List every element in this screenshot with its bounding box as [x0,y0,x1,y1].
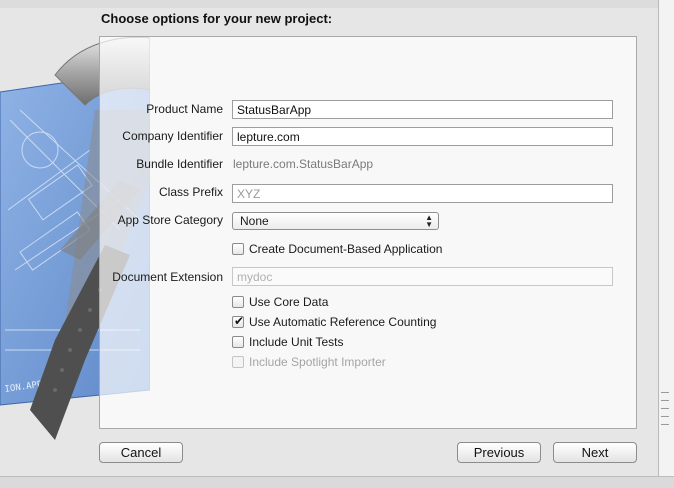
app-store-category-select[interactable]: None ▲ ▼ [232,212,439,230]
class-prefix-row: Class Prefix [0,182,640,203]
use-arc-label: Use Automatic Reference Counting [249,315,437,329]
window-bottom-edge [0,476,674,488]
company-identifier-field[interactable] [232,127,613,146]
document-extension-row: Document Extension [0,267,640,287]
include-unit-tests-checkbox[interactable] [232,336,244,348]
cancel-button[interactable]: Cancel [99,442,183,463]
app-store-category-value: None [240,214,269,228]
bundle-identifier-label: Bundle Identifier [136,157,223,171]
create-document-based-checkbox[interactable] [232,243,244,255]
product-name-label: Product Name [146,102,223,116]
dialog-title: Choose options for your new project: [101,11,333,26]
include-spotlight-importer-checkbox [232,356,244,368]
previous-button[interactable]: Previous [457,442,541,463]
options-panel [99,36,637,429]
select-updown-icon: ▲ ▼ [425,213,433,229]
bundle-identifier-value: lepture.com.StatusBarApp [233,157,374,171]
window-title-strip [0,0,658,8]
company-identifier-row: Company Identifier [0,126,640,146]
product-name-row: Product Name [0,99,640,119]
use-core-data-checkbox[interactable] [232,296,244,308]
class-prefix-label: Class Prefix [158,185,223,199]
include-unit-tests-label: Include Unit Tests [249,335,344,349]
app-store-category-row: App Store Category None ▲ ▼ [0,210,640,230]
use-arc-checkbox[interactable] [232,314,244,328]
product-name-field[interactable] [232,100,613,119]
window-right-edge [658,0,674,488]
app-store-category-label: App Store Category [117,213,223,227]
next-button[interactable]: Next [553,442,637,463]
use-core-data-label: Use Core Data [249,295,329,309]
bundle-identifier-row: Bundle Identifier lepture.com.StatusBarA… [0,154,640,174]
create-document-based-label: Create Document-Based Application [249,242,443,256]
class-prefix-field[interactable] [232,184,613,203]
include-spotlight-importer-label: Include Spotlight Importer [249,355,386,369]
company-identifier-label: Company Identifier [122,129,223,143]
document-extension-field[interactable] [232,267,613,286]
document-extension-label: Document Extension [112,270,223,284]
